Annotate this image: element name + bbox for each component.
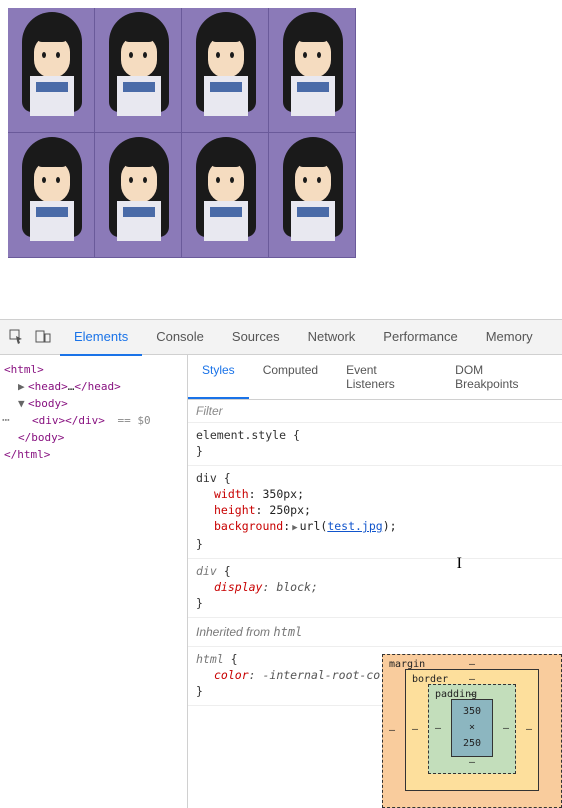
tab-sources[interactable]: Sources [218,319,294,356]
rule-element-style[interactable]: element.style { } [188,423,562,466]
inherited-from[interactable]: html [273,625,302,639]
bm-border-left[interactable]: – [412,722,418,738]
rule-div-ua[interactable]: div { display: block; } I [188,559,562,618]
bg-tile [95,133,182,258]
bg-tile [8,8,95,133]
rule-close: } [196,444,203,458]
css-val[interactable]: url(test.jpg) [300,519,390,533]
rule-div-author[interactable]: div { width: 350px; height: 250px; backg… [188,466,562,559]
twisty-icon[interactable]: ▶ [18,378,28,395]
devtools-toolbar: Elements Console Sources Network Perform… [0,319,562,355]
css-val[interactable]: 250px [269,503,304,517]
tab-memory[interactable]: Memory [472,319,547,356]
css-prop[interactable]: color [214,668,249,682]
bg-tile [269,8,356,133]
dom-html-close[interactable]: </html> [4,448,50,461]
tab-console[interactable]: Console [142,319,218,356]
dom-body-open[interactable]: <body> [28,397,68,410]
bg-tile [182,133,269,258]
dom-div-close[interactable]: </div> [65,414,105,427]
bm-padding-right[interactable]: – [503,721,509,737]
text-cursor-icon: I [457,556,462,572]
rendered-element [8,8,358,258]
tab-performance[interactable]: Performance [369,319,471,356]
rule-selector: div [196,564,217,578]
bm-padding-left[interactable]: – [435,721,441,737]
twisty-icon[interactable]: ▼ [18,395,28,412]
bg-tile [8,133,95,258]
styles-panel: Styles Computed Event Listeners DOM Brea… [188,355,562,808]
rule-selector: element.style [196,428,286,442]
dom-div-open[interactable]: <div> [32,414,65,427]
rule-close: } [196,537,203,551]
bm-margin-left[interactable]: – [389,723,395,739]
main-tabs: Elements Console Sources Network Perform… [60,319,547,356]
bg-tile [95,8,182,133]
box-model-padding[interactable]: padding – – – 350 × 250 – [428,684,516,774]
dom-html-open[interactable]: <html> [4,363,44,376]
rule-selector: div [196,471,217,485]
css-prop[interactable]: background [214,519,283,533]
css-prop[interactable]: height [214,503,256,517]
styles-subtabs: Styles Computed Event Listeners DOM Brea… [188,355,562,400]
subtab-styles[interactable]: Styles [188,355,249,399]
dom-body-close[interactable]: </body> [18,431,64,444]
inherited-label: Inherited from html [188,618,562,647]
page-viewport [0,0,562,319]
css-prop[interactable]: width [214,487,249,501]
bg-tile [269,133,356,258]
css-prop[interactable]: display [214,580,262,594]
box-model-content[interactable]: 350 × 250 [451,699,493,757]
subtab-dom-breakpoints[interactable]: DOM Breakpoints [441,355,562,399]
expand-shorthand-icon[interactable]: ▶ [290,520,299,536]
url-link[interactable]: test.jpg [327,519,382,533]
bm-border-right[interactable]: – [526,722,532,738]
box-model-border[interactable]: border – – padding – – – 350 × 250 – – [405,669,539,791]
subtab-computed[interactable]: Computed [249,355,332,399]
dom-tree[interactable]: <html> ▶<head>…</head> ▼<body> ⋯ <div></… [0,355,188,808]
style-rules: element.style { } div { width: 350px; he… [188,423,562,808]
rule-close: } [196,684,203,698]
css-val[interactable]: block [276,580,311,594]
device-toggle-icon[interactable] [34,329,52,345]
selected-marker: == $0 [105,414,151,427]
tab-network[interactable]: Network [294,319,370,356]
devtools-panels: <html> ▶<head>…</head> ▼<body> ⋯ <div></… [0,355,562,808]
filter-input[interactable]: Filter [188,400,562,423]
subtab-event-listeners[interactable]: Event Listeners [332,355,441,399]
ellipsis-icon[interactable]: ⋯ [2,412,10,429]
bm-padding-bottom[interactable]: – [469,755,475,771]
bg-tile [182,8,269,133]
rule-selector: html [196,652,224,666]
bm-padding-top[interactable]: – [469,687,475,703]
box-model-margin[interactable]: margin – – border – – padding – – – 350 … [382,654,562,808]
box-model[interactable]: margin – – border – – padding – – – 350 … [374,646,562,808]
inspect-icon[interactable] [8,329,26,345]
rule-close: } [196,596,203,610]
dom-head-close[interactable]: </head> [74,380,120,393]
tab-elements[interactable]: Elements [60,319,142,356]
dom-head-open[interactable]: <head> [28,380,68,393]
css-val[interactable]: 350px [262,487,297,501]
